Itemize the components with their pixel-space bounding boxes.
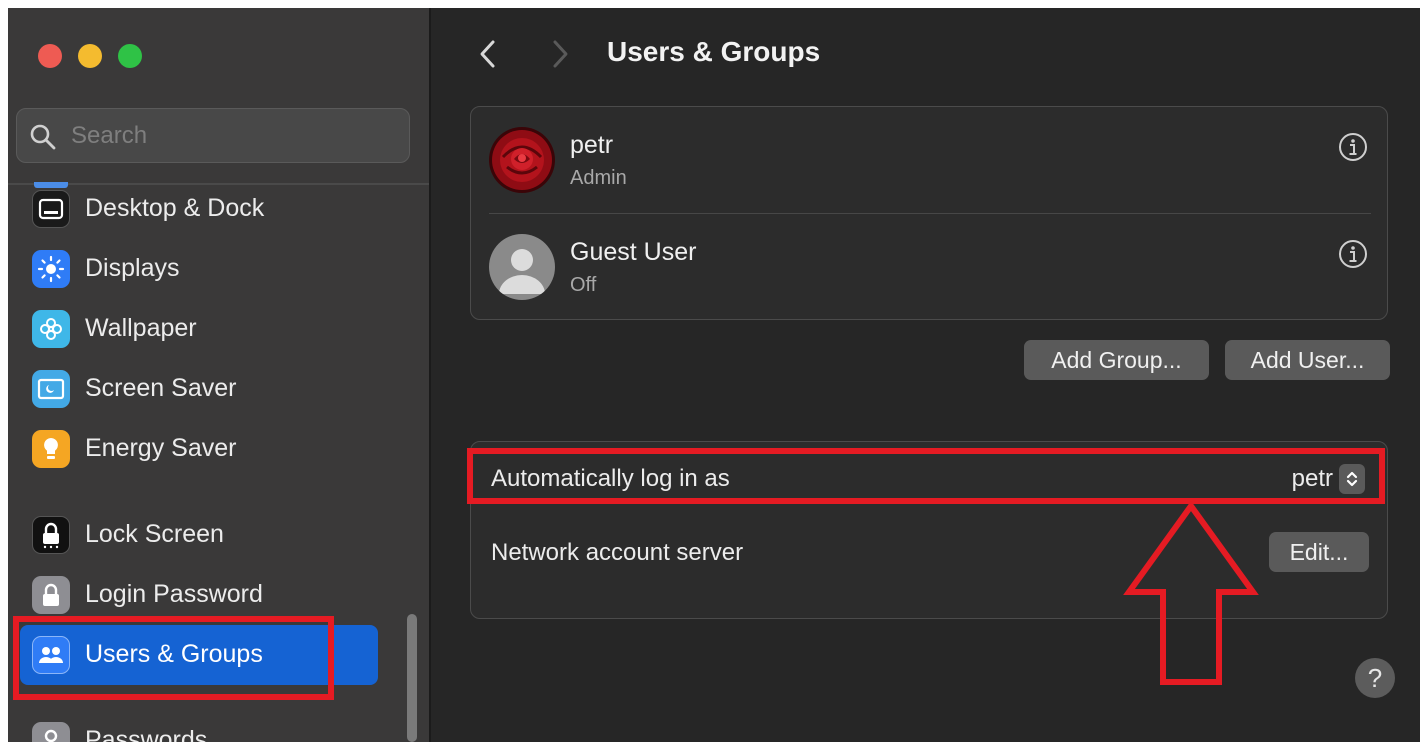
annotation-highlight-box [13,616,334,700]
user-name: Guest User [570,238,697,266]
desktop-dock-icon [32,190,70,228]
sidebar-item-screen-saver[interactable]: Screen Saver [20,359,378,419]
sidebar-item-lock-screen[interactable]: Lock Screen [20,505,378,565]
sidebar-item-energy-saver[interactable]: Energy Saver [20,419,378,479]
search-icon [30,124,56,150]
back-arrow-icon[interactable] [475,36,501,72]
add-user-button[interactable]: Add User... [1225,340,1390,380]
minimize-window-button[interactable] [78,44,102,68]
passwords-icon [32,722,70,742]
sidebar-item-wallpaper[interactable]: Wallpaper [20,299,378,359]
annotation-highlight-box [467,448,1385,504]
sidebar-item-label: Login Password [85,580,263,608]
info-icon[interactable] [1337,131,1369,163]
lock-screen-icon [32,516,70,554]
wallpaper-icon [32,310,70,348]
sidebar-item-displays[interactable]: Displays [20,239,378,299]
sidebar-item-passwords[interactable]: Passwords [20,711,378,742]
sidebar-item-label: Passwords [85,726,208,742]
main-content: Users & Groups petr Admin Guest User Off… [431,8,1420,742]
search-field[interactable] [16,108,410,163]
user-row-guest[interactable]: Guest User Off [471,214,1387,320]
settings-window: Desktop & Dock Displays Wallpaper Screen… [8,8,1420,742]
user-role: Off [570,274,597,296]
screen-saver-icon [32,370,70,408]
login-password-icon [32,576,70,614]
user-row-petr[interactable]: petr Admin [471,107,1387,213]
page-title: Users & Groups [607,36,821,67]
user-role: Admin [570,167,627,189]
sidebar: Desktop & Dock Displays Wallpaper Screen… [8,8,429,742]
search-input[interactable] [71,117,391,155]
forward-arrow-icon[interactable] [547,36,573,72]
info-icon[interactable] [1337,238,1369,270]
guest-avatar [489,234,555,300]
displays-icon [32,250,70,288]
sidebar-scrollbar[interactable] [407,614,417,742]
sidebar-item-desktop-dock[interactable]: Desktop & Dock [20,179,378,239]
network-account-label: Network account server [491,539,744,566]
help-button[interactable]: ? [1355,658,1395,698]
sidebar-item-label: Energy Saver [85,434,237,462]
rose-avatar [489,127,555,193]
edit-button[interactable]: Edit... [1269,532,1369,572]
user-name: petr [570,131,614,159]
sidebar-item-label: Screen Saver [85,374,237,402]
annotation-arrow-icon [1123,500,1259,685]
sidebar-item-label: Displays [85,254,180,282]
sidebar-item-label: Wallpaper [85,314,197,342]
add-group-button[interactable]: Add Group... [1024,340,1209,380]
energy-saver-icon [32,430,70,468]
users-list: petr Admin Guest User Off [470,106,1388,320]
sidebar-item-label: Lock Screen [85,520,224,548]
zoom-window-button[interactable] [118,44,142,68]
sidebar-item-label: Desktop & Dock [85,194,265,222]
close-window-button[interactable] [38,44,62,68]
